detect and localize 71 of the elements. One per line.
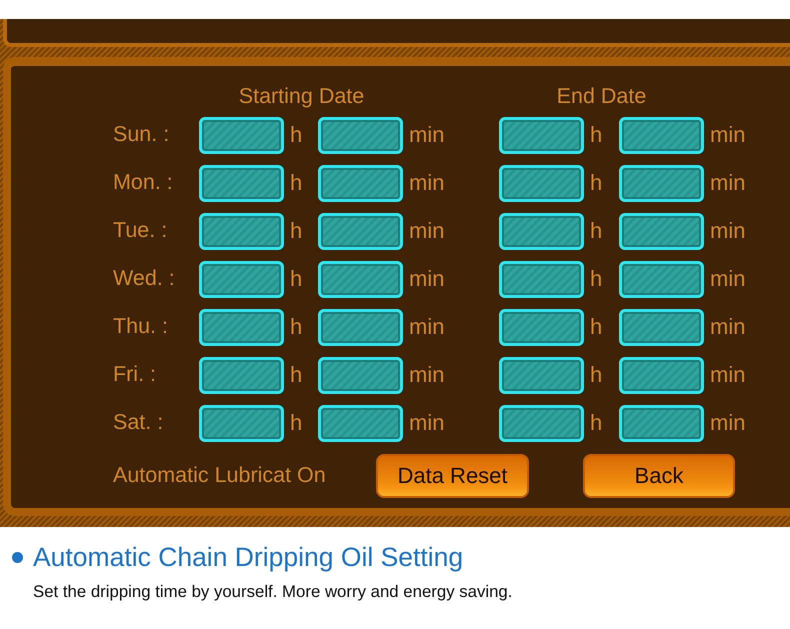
time-input-field[interactable] [318,260,403,298]
time-input-field[interactable] [619,164,704,202]
unit-label: min [409,170,444,196]
unit-label: h [290,266,302,292]
time-input-field[interactable] [199,212,284,250]
unit-label: h [590,218,602,244]
bullet-icon [12,552,23,562]
unit-label: min [409,362,444,388]
unit-label: h [590,362,602,388]
column-heading: Starting Date [238,83,364,109]
time-input-field[interactable] [499,116,584,154]
time-input-field[interactable] [499,164,584,202]
unit-label: min [710,266,746,292]
day-label: Tue. : [113,218,168,242]
unit-label: min [710,314,746,340]
time-input-field[interactable] [499,404,584,442]
day-label: Thu. : [113,314,168,338]
unit-label: min [409,122,444,148]
time-input-field[interactable] [199,404,284,442]
day-label: Wed. : [113,266,175,290]
time-input-field[interactable] [199,308,284,346]
unit-label: min [409,218,444,244]
time-input-field[interactable] [318,164,403,202]
time-input-field[interactable] [619,116,704,154]
time-input-field[interactable] [499,356,584,394]
time-input-field[interactable] [199,260,284,298]
unit-label: h [290,218,302,244]
time-input-field[interactable] [619,356,704,394]
section-description: Set the dripping time by yourself. More worry and energy saving. [33,582,512,602]
unit-label: min [409,410,444,436]
unit-label: min [710,218,746,244]
unit-label: h [590,266,602,292]
unit-label: min [710,170,746,196]
back-button[interactable]: Back [583,454,735,498]
day-label: Sat. : [113,410,164,434]
time-input-field[interactable] [318,356,403,394]
unit-label: h [590,170,602,196]
unit-label: h [590,410,602,436]
day-label: Mon. : [113,170,173,194]
time-input-field[interactable] [499,212,584,250]
column-heading: End Date [556,83,646,109]
time-input-field[interactable] [619,404,704,442]
day-label: Sun. : [113,122,170,146]
time-input-field[interactable] [318,212,403,250]
time-input-field[interactable] [318,116,403,154]
unit-label: min [409,314,444,340]
time-input-field[interactable] [619,260,704,298]
time-input-field[interactable] [199,164,284,202]
unit-label: min [710,122,746,148]
unit-label: min [409,266,444,292]
unit-label: h [590,314,602,340]
time-input-field[interactable] [619,308,704,346]
unit-label: h [290,314,302,340]
section-title: Automatic Chain Dripping Oil Setting [33,541,464,573]
time-input-field[interactable] [619,212,704,250]
unit-label: h [290,362,302,388]
unit-label: h [290,122,302,148]
unit-label: min [710,362,746,388]
unit-label: min [710,410,746,436]
time-input-field[interactable] [318,308,403,346]
data-reset-button[interactable]: Data Reset [376,454,529,498]
time-input-field[interactable] [199,356,284,394]
time-input-field[interactable] [499,308,584,346]
time-input-field[interactable] [499,260,584,298]
day-label: Fri. : [113,362,156,386]
unit-label: h [590,122,602,148]
time-input-field[interactable] [318,404,403,442]
time-input-field[interactable] [199,116,284,154]
unit-label: h [290,170,302,196]
status-label: Automatic Lubricat On [113,463,326,487]
unit-label: h [290,410,302,436]
